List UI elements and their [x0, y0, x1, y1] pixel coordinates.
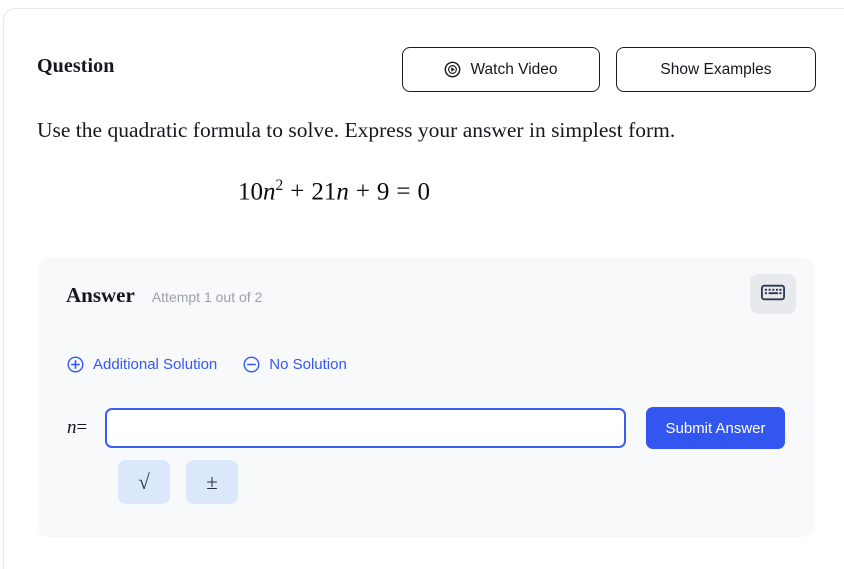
minus-circle-icon — [243, 356, 260, 373]
solution-links: Additional Solution No Solution — [67, 356, 347, 373]
attempt-counter: Attempt 1 out of 2 — [151, 289, 263, 305]
card-inner: Question Watch Video Show Examples Use t… — [4, 9, 844, 569]
equation-coefficient-b: 21 — [311, 178, 337, 206]
answer-label: Answer — [66, 283, 135, 307]
answer-input[interactable] — [105, 408, 626, 448]
page-title: Question — [37, 55, 115, 77]
show-examples-label: Show Examples — [660, 60, 772, 78]
show-examples-button[interactable]: Show Examples — [616, 47, 816, 92]
sqrt-button[interactable]: √ — [118, 460, 170, 504]
answer-panel: Answer Attempt 1 out of 2 Additional Sol… — [38, 257, 814, 537]
equation-equals-sign: = — [396, 178, 411, 206]
page-root: Question Watch Video Show Examples Use t… — [0, 0, 844, 569]
plus-circle-icon — [67, 356, 84, 373]
equation-coefficient-a: 10 — [237, 178, 263, 206]
math-tool-palette: √ ± — [118, 460, 238, 504]
play-circle-icon — [444, 61, 461, 78]
watch-video-label: Watch Video — [470, 60, 558, 78]
no-solution-button[interactable]: No Solution — [243, 356, 347, 373]
keyboard-toggle-button[interactable] — [750, 274, 796, 314]
header-actions: Watch Video Show Examples — [402, 47, 816, 92]
submit-answer-button[interactable]: Submit Answer — [646, 407, 785, 449]
equation-variable-b: n — [336, 178, 349, 206]
question-header: Question Watch Video Show Examples — [37, 47, 816, 92]
answer-variable: n — [67, 417, 77, 438]
assignment-card: Question Watch Video Show Examples Use t… — [3, 8, 844, 569]
plus-minus-button[interactable]: ± — [186, 460, 238, 504]
equation-display: 10n2 +21n +9 = 0 — [4, 177, 664, 206]
answer-input-row: n= Submit Answer — [67, 407, 787, 449]
equation-variable-a: n — [262, 178, 276, 206]
answer-header: Answer Attempt 1 out of 2 — [66, 283, 262, 308]
equation-exponent: 2 — [275, 177, 284, 194]
answer-variable-label: n= — [67, 417, 105, 439]
equation-operator-2: + — [355, 178, 370, 206]
additional-solution-label: Additional Solution — [93, 356, 218, 373]
additional-solution-button[interactable]: Additional Solution — [67, 356, 217, 373]
answer-equals-sign: = — [76, 417, 88, 438]
equation-coefficient-c: 9 — [376, 178, 390, 206]
no-solution-label: No Solution — [269, 356, 347, 373]
equation-operator-1: + — [290, 178, 305, 206]
question-prompt: Use the quadratic formula to solve. Expr… — [37, 118, 676, 142]
equation-right-side: 0 — [417, 178, 431, 206]
keyboard-icon — [761, 284, 785, 304]
watch-video-button[interactable]: Watch Video — [402, 47, 600, 92]
